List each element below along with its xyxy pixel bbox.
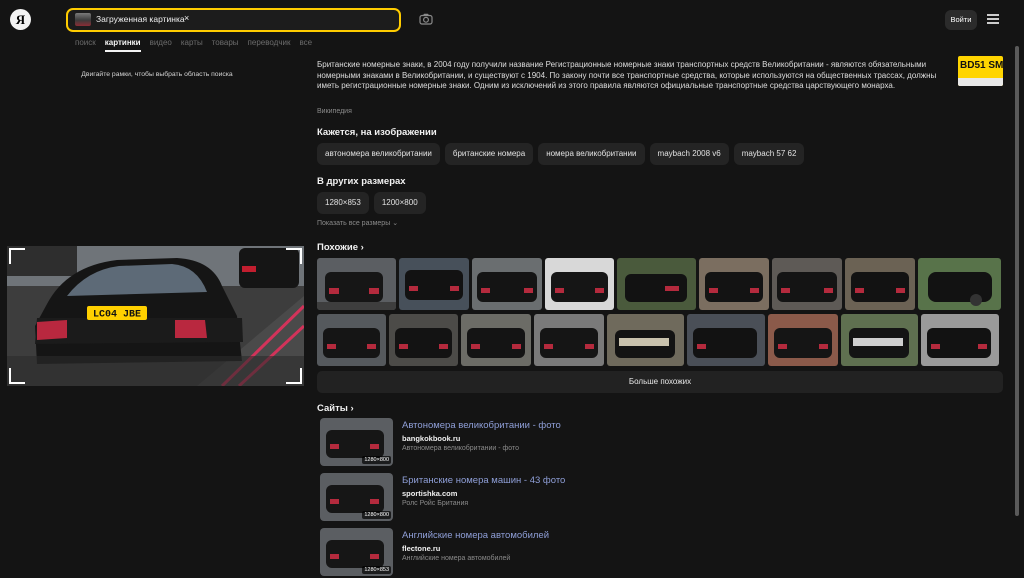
seems-like-title: Кажется, на изображении [317, 127, 437, 138]
similar-image[interactable] [461, 314, 531, 366]
crop-handle-bottom-left[interactable] [9, 368, 25, 384]
car-photo: LC04 JBE [7, 246, 304, 386]
seems-like-tags: автономера великобритании британские ном… [317, 143, 809, 165]
site-domain[interactable]: bangkokbook.ru [402, 434, 460, 443]
uploaded-image-preview[interactable]: LC04 JBE [7, 246, 304, 386]
site-title-link[interactable]: Британские номера машин - 43 фото [402, 475, 565, 486]
similar-image[interactable] [841, 314, 918, 366]
site-result[interactable]: 1280×853 Английские номера автомобилей f… [317, 528, 917, 578]
similar-image[interactable] [317, 258, 396, 310]
similar-image[interactable] [845, 258, 915, 310]
similar-image[interactable] [389, 314, 458, 366]
show-all-sizes-link[interactable]: Показать все размеры ⌄ [317, 219, 398, 227]
similar-image[interactable] [768, 314, 838, 366]
similar-image[interactable] [607, 314, 684, 366]
site-thumbnail[interactable]: 1280×853 [320, 528, 393, 576]
service-tabs: поиск картинки видео карты товары перево… [75, 38, 321, 52]
tab-all[interactable]: все [299, 38, 312, 52]
wiki-image-plate: BD51 SMR [960, 60, 1003, 71]
site-snippet: Английские номера автомобилей [402, 555, 511, 562]
tab-images[interactable]: картинки [104, 38, 141, 52]
chevron-right-icon: › [360, 242, 364, 253]
remove-image-button[interactable]: × [184, 13, 189, 23]
similar-image[interactable] [617, 258, 696, 310]
other-sizes-title: В других размерах [317, 176, 406, 187]
site-result[interactable]: 1280×800 Автономера великобритании - фот… [317, 418, 917, 468]
tab-translator[interactable]: переводчик [248, 38, 291, 52]
size-chip[interactable]: 1280×853 [317, 192, 369, 214]
sites-title[interactable]: Сайты › [317, 403, 354, 414]
site-title-link[interactable]: Автономера великобритании - фото [402, 420, 561, 431]
similar-image[interactable] [687, 314, 765, 366]
license-plate: LC04 JBE [93, 310, 141, 321]
crop-handle-top-left[interactable] [9, 248, 25, 264]
crop-handle-top-right[interactable] [286, 248, 302, 264]
similar-image[interactable] [317, 314, 386, 366]
tag-chip[interactable]: maybach 2008 v6 [649, 143, 729, 165]
scrollbar[interactable] [1015, 46, 1019, 516]
similar-title[interactable]: Похожие › [317, 242, 364, 253]
site-snippet: Ролс Ройс Британия [402, 500, 469, 507]
chevron-down-icon: ⌄ [392, 220, 399, 227]
uploaded-image-thumbnail [75, 13, 91, 26]
image-size-badge: 1280×800 [362, 456, 391, 464]
login-button[interactable]: Войти [945, 10, 977, 30]
similar-row-1 [317, 258, 1001, 310]
yandex-logo[interactable]: Я [10, 9, 31, 30]
similar-image[interactable] [545, 258, 614, 310]
site-thumbnail[interactable]: 1280×800 [320, 418, 393, 466]
search-input[interactable]: Загруженная картинка × [66, 8, 401, 32]
site-title-link[interactable]: Английские номера автомобилей [402, 530, 549, 541]
crop-hint: Двигайте рамки, чтобы выбрать область по… [81, 71, 233, 78]
tag-chip[interactable]: maybach 57 62 [733, 143, 805, 165]
tab-maps[interactable]: карты [181, 38, 203, 52]
image-size-badge: 1280×800 [362, 511, 391, 519]
site-result[interactable]: 1280×800 Британские номера машин - 43 фо… [317, 473, 917, 523]
chevron-right-icon: › [350, 403, 354, 414]
similar-image[interactable] [534, 314, 604, 366]
similar-image[interactable] [918, 258, 1001, 310]
similar-image[interactable] [472, 258, 542, 310]
image-size-badge: 1280×853 [362, 566, 391, 574]
similar-row-2 [317, 314, 999, 366]
wiki-description: Британские номерные знаки, в 2004 году п… [317, 60, 937, 91]
camera-icon[interactable] [419, 13, 433, 25]
site-snippet: Автономера великобритании - фото [402, 445, 520, 452]
tab-video[interactable]: видео [150, 38, 172, 52]
site-domain[interactable]: flectone.ru [402, 544, 440, 553]
similar-image[interactable] [699, 258, 769, 310]
similar-image[interactable] [921, 314, 999, 366]
similar-image[interactable] [772, 258, 842, 310]
size-chip[interactable]: 1200×800 [373, 192, 426, 214]
site-domain[interactable]: sportishka.com [402, 489, 457, 498]
tab-goods[interactable]: товары [212, 38, 239, 52]
size-options: 1280×853 1200×800 [317, 192, 431, 214]
tag-chip[interactable]: британские номера [444, 143, 534, 165]
menu-icon[interactable] [987, 14, 999, 24]
wiki-source[interactable]: Википедия [317, 108, 352, 115]
similar-title-label: Похожие [317, 242, 358, 253]
crop-handle-bottom-right[interactable] [286, 368, 302, 384]
tag-chip[interactable]: автономера великобритании [317, 143, 440, 165]
wiki-image[interactable]: BD51 SMR [958, 56, 1003, 86]
site-thumbnail[interactable]: 1280×800 [320, 473, 393, 521]
sites-title-label: Сайты [317, 403, 348, 414]
tag-chip[interactable]: номера великобритании [538, 143, 645, 165]
search-chip-label: Загруженная картинка [96, 14, 185, 24]
show-all-sizes-label: Показать все размеры [317, 220, 391, 227]
tab-search[interactable]: поиск [75, 38, 96, 52]
similar-image[interactable] [399, 258, 469, 310]
more-similar-button[interactable]: Больше похожих [317, 371, 1003, 393]
